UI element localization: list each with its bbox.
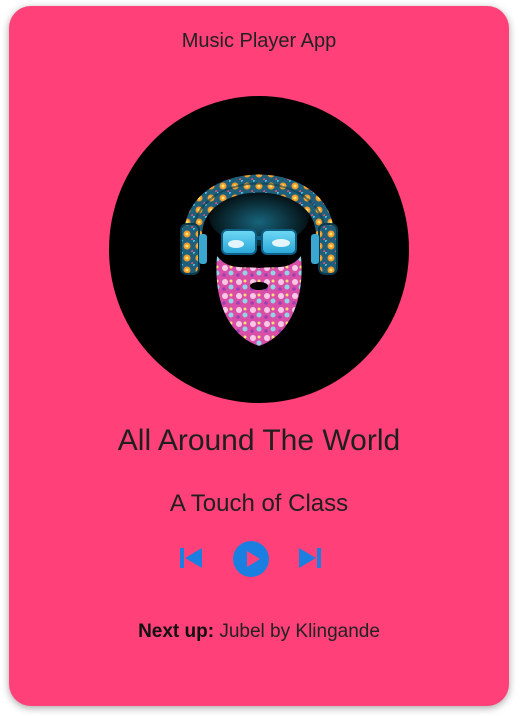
bearded-man-headphones-art bbox=[180, 174, 338, 346]
next-up: Next up: Jubel by Klingande bbox=[9, 621, 509, 643]
next-up-label: Next up: bbox=[138, 621, 215, 642]
next-button[interactable] bbox=[297, 547, 323, 569]
artist-name: A Touch of Class bbox=[169, 490, 349, 517]
player-card: Music Player App All Around The World A … bbox=[9, 6, 509, 706]
app-title: Music Player App bbox=[181, 30, 337, 52]
playback-controls bbox=[9, 540, 509, 578]
album-art bbox=[109, 96, 409, 403]
song-title: All Around The World bbox=[117, 424, 401, 457]
next-up-track: Jubel by Klingande bbox=[219, 621, 380, 642]
skip-previous-icon bbox=[180, 548, 202, 568]
skip-next-icon bbox=[299, 548, 321, 568]
previous-button[interactable] bbox=[178, 547, 204, 569]
play-button[interactable] bbox=[232, 540, 270, 578]
play-icon bbox=[233, 541, 269, 577]
